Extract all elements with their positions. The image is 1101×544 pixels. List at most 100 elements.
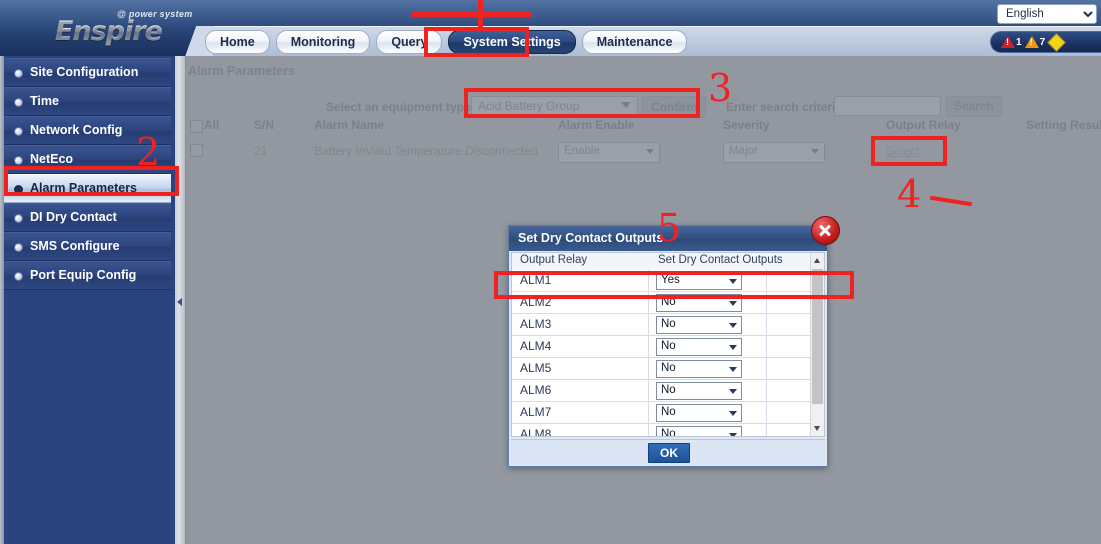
relay-output-select[interactable]: Yes: [656, 272, 742, 290]
relay-name: ALM6: [520, 383, 552, 397]
dialog-scrollbar[interactable]: [810, 253, 824, 436]
search-criteria-label: Enter search criteria:: [726, 100, 847, 114]
tab-home[interactable]: Home: [205, 30, 270, 54]
relay-name: ALM4: [520, 339, 552, 353]
chevron-down-icon: [729, 389, 737, 394]
bullet-icon: [14, 272, 23, 281]
table-header: All S/N Alarm Name Alarm Enable Severity…: [186, 118, 1101, 138]
sidebar-item-label: Port Equip Config: [30, 268, 137, 282]
set-dry-contact-outputs-dialog: Set Dry Contact Outputs Output Relay Set…: [508, 216, 840, 467]
sidebar-item-label: SMS Configure: [30, 239, 120, 253]
chevron-down-icon: [729, 279, 737, 284]
relay-output-select[interactable]: No: [656, 382, 742, 400]
alarm-summary-capsule[interactable]: 1 7: [990, 31, 1101, 53]
tab-query[interactable]: Query: [376, 30, 443, 54]
select-all-checkbox[interactable]: [190, 120, 203, 133]
cell-sn: 21: [254, 144, 268, 158]
confirm-button[interactable]: Confirm: [642, 96, 706, 118]
relay-output-value: No: [661, 384, 676, 396]
chevron-down-icon: [811, 149, 819, 154]
relay-name: ALM1: [520, 273, 552, 287]
relay-name: ALM3: [520, 317, 552, 331]
chevron-down-icon: [621, 102, 631, 108]
relay-output-select[interactable]: No: [656, 360, 742, 378]
sidebar-item-alarm-parameters[interactable]: Alarm Parameters: [4, 174, 171, 203]
dialog-row-alm3: ALM3 No: [512, 314, 812, 336]
chevron-down-icon: [729, 345, 737, 350]
dialog-grid-header: Output Relay Set Dry Contact Outputs: [512, 253, 824, 271]
relay-output-select[interactable]: No: [656, 404, 742, 422]
alarm-enable-value: Enable: [564, 145, 600, 157]
dialog-grid-body: ALM1 Yes ALM2 No ALM3 No ALM4 No ALM5 No…: [512, 270, 812, 436]
bullet-icon: [14, 156, 23, 165]
sidebar-item-network-config[interactable]: Network Config: [4, 116, 171, 145]
bullet-icon: [14, 69, 23, 78]
search-input[interactable]: [834, 96, 941, 116]
dialog-column-output-relay: Output Relay: [520, 254, 588, 266]
column-header-sn: S/N: [254, 118, 275, 132]
logo-wordmark: Enspire: [55, 16, 163, 47]
dialog-row-alm7: ALM7 No: [512, 402, 812, 424]
scrollbar-thumb[interactable]: [812, 269, 823, 404]
sidebar-item-neteco[interactable]: NetEco: [4, 145, 171, 174]
tab-maintenance[interactable]: Maintenance: [581, 30, 688, 54]
ok-button[interactable]: OK: [648, 443, 690, 463]
sidebar-item-label: Alarm Parameters: [30, 181, 138, 195]
application-window: @ power system Enspire Home Monitoring Q…: [0, 0, 1101, 544]
column-header-all: All: [204, 118, 220, 132]
tab-monitoring[interactable]: Monitoring: [275, 30, 371, 54]
sidebar-collapse-icon[interactable]: [176, 296, 183, 306]
minor-alarm-icon[interactable]: [1047, 32, 1066, 52]
sidebar-item-label: DI Dry Contact: [30, 210, 117, 224]
sidebar-item-sms-configure[interactable]: SMS Configure: [4, 232, 171, 261]
dialog-title: Set Dry Contact Outputs: [509, 226, 827, 251]
relay-output-select[interactable]: No: [656, 426, 742, 436]
sidebar-item-label: Site Configuration: [30, 65, 139, 79]
column-header-setting-result: Setting Result: [1026, 118, 1101, 132]
major-alarm-icon: [1024, 36, 1039, 48]
chevron-down-icon: [729, 411, 737, 416]
alarm-enable-select[interactable]: Enable: [558, 142, 660, 163]
scroll-up-icon[interactable]: [811, 253, 824, 267]
relay-output-select[interactable]: No: [656, 338, 742, 356]
close-icon[interactable]: [811, 216, 840, 245]
language-selector-wrap: English: [997, 4, 1097, 24]
table-row: 21 Battery InValid Temperature Disconnec…: [186, 140, 1101, 164]
relay-name: ALM8: [520, 427, 552, 436]
page-title: Alarm Parameters: [188, 64, 296, 78]
alarm-badge-critical[interactable]: 1: [1001, 36, 1022, 48]
sidebar-item-di-dry-contact[interactable]: DI Dry Contact: [4, 203, 171, 232]
dialog-row-alm8: ALM8 No: [512, 424, 812, 436]
relay-output-value: No: [661, 296, 676, 308]
critical-alarm-icon: [1001, 36, 1015, 48]
equipment-type-select[interactable]: Acid Battery Group: [471, 96, 638, 118]
dialog-row-alm6: ALM6 No: [512, 380, 812, 402]
relay-output-value: No: [661, 362, 676, 374]
relay-name: ALM7: [520, 405, 552, 419]
chevron-down-icon: [729, 323, 737, 328]
bullet-icon: [14, 127, 23, 136]
dialog-row-alm2: ALM2 No: [512, 292, 812, 314]
dialog-footer: OK: [511, 439, 825, 464]
relay-output-select[interactable]: No: [656, 294, 742, 312]
sidebar-item-time[interactable]: Time: [4, 87, 171, 116]
relay-output-select[interactable]: No: [656, 316, 742, 334]
relay-output-value: No: [661, 340, 676, 352]
search-button[interactable]: Search: [946, 96, 1002, 117]
row-checkbox[interactable]: [190, 144, 203, 157]
chevron-down-icon: [729, 301, 737, 306]
output-relay-select-link[interactable]: Select: [886, 144, 919, 158]
dialog-row-alm4: ALM4 No: [512, 336, 812, 358]
scroll-down-icon[interactable]: [811, 422, 824, 436]
relay-output-value: No: [661, 428, 676, 436]
severity-select[interactable]: Major: [723, 142, 825, 163]
equipment-type-label: Select an equipment type:: [326, 100, 475, 114]
alarm-badge-major[interactable]: 7: [1024, 36, 1045, 48]
sidebar-item-site-configuration[interactable]: Site Configuration: [4, 58, 171, 87]
top-banner: @ power system Enspire Home Monitoring Q…: [0, 0, 1101, 56]
tab-system-settings[interactable]: System Settings: [448, 30, 576, 54]
bullet-icon: [14, 214, 23, 223]
relay-name: ALM2: [520, 295, 552, 309]
language-select[interactable]: English: [997, 4, 1097, 24]
sidebar-item-port-equip-config[interactable]: Port Equip Config: [4, 261, 171, 290]
